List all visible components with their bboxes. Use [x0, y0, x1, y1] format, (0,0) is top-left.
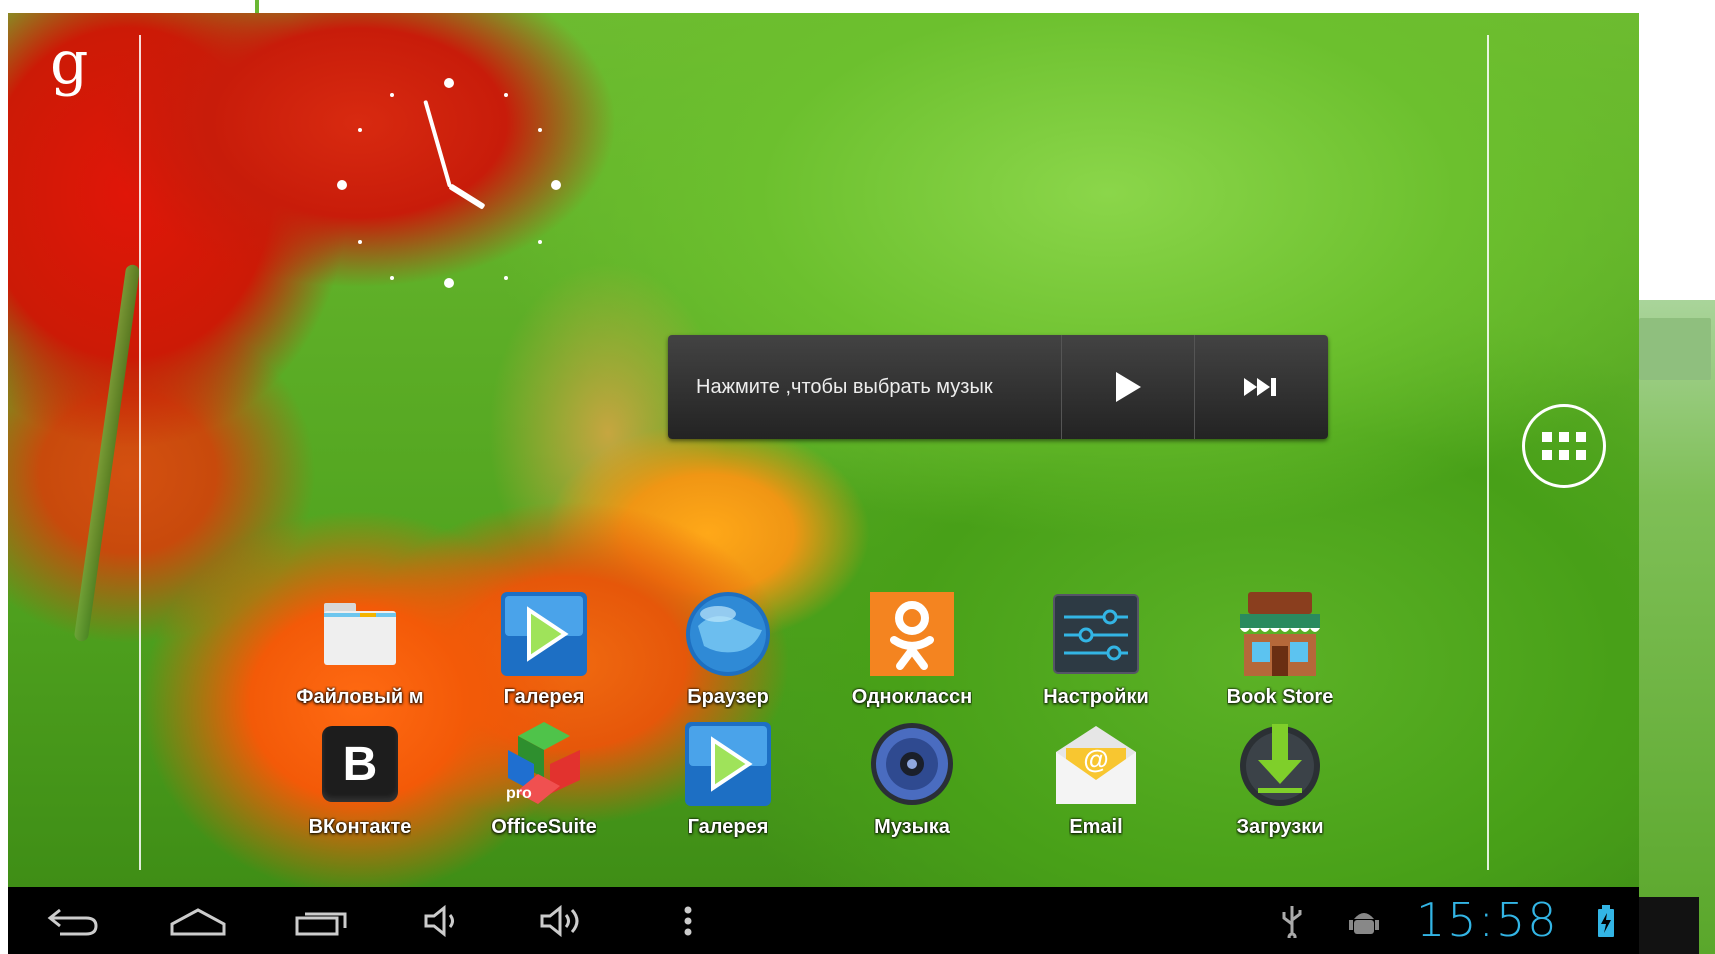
music-prompt[interactable]: Нажмите ,чтобы выбрать музык — [668, 335, 1061, 439]
app-book-store[interactable]: Book Store — [1188, 588, 1372, 716]
clock-marker — [538, 128, 542, 132]
app-browser[interactable]: Браузер — [636, 588, 820, 716]
battery-charging-icon — [1598, 904, 1614, 937]
usb-status — [1272, 887, 1312, 954]
analog-clock-widget[interactable] — [330, 68, 570, 308]
app-music[interactable]: Музыка — [820, 718, 1004, 846]
clock-marker — [444, 78, 454, 88]
volume-down-button[interactable] — [412, 887, 472, 954]
app-label: Настройки — [1043, 686, 1149, 708]
officesuite-icon: pro — [498, 718, 590, 810]
clock-marker — [358, 240, 362, 244]
email-envelope: @ — [1052, 722, 1140, 806]
store-icon — [1234, 588, 1326, 680]
debug-status — [1342, 887, 1386, 954]
all-apps-grid-icon — [1542, 432, 1586, 460]
app-label: ВКонтакте — [308, 816, 412, 838]
recent-apps-icon — [295, 912, 347, 935]
globe-icon — [682, 588, 774, 680]
menu-icon — [684, 906, 692, 935]
email-icon: @ — [1050, 718, 1142, 810]
google-search-button[interactable]: g — [50, 33, 88, 93]
left-page-edge — [139, 35, 141, 870]
volume-up-button[interactable] — [528, 887, 598, 954]
app-file-manager[interactable]: Файловый м — [268, 588, 452, 716]
next-track-button[interactable] — [1194, 335, 1327, 439]
gallery-play-icon — [498, 588, 590, 680]
app-gallery-2[interactable]: Галерея — [636, 718, 820, 846]
clock-minute-hand — [423, 99, 452, 188]
pro-badge: pro — [506, 785, 532, 802]
usb-icon — [1282, 905, 1302, 938]
clock-marker — [390, 276, 394, 280]
tablet-screen: g Нажмите ,чтобы выбрать музык Файловый … — [8, 13, 1639, 954]
app-downloads[interactable]: Загрузки — [1188, 718, 1372, 846]
app-label: Book Store — [1226, 686, 1334, 708]
clock-marker — [358, 128, 362, 132]
app-label: Галерея — [503, 686, 585, 708]
app-label: OfficeSuite — [491, 816, 597, 838]
clock-hour-hand — [448, 183, 486, 210]
app-label: Галерея — [687, 816, 769, 838]
clock-marker — [444, 278, 454, 288]
vk-glyph: B — [322, 726, 398, 802]
home-button[interactable] — [158, 887, 238, 954]
clock-marker — [390, 93, 394, 97]
menu-button[interactable] — [668, 887, 708, 954]
home-icon — [170, 907, 226, 935]
all-apps-button[interactable] — [1522, 404, 1606, 488]
side-panel-bar — [1639, 897, 1699, 954]
gallery-play-icon — [682, 718, 774, 810]
volume-down-icon — [424, 904, 454, 937]
app-gallery[interactable]: Галерея — [452, 588, 636, 716]
back-button[interactable] — [38, 887, 108, 954]
back-icon — [47, 908, 98, 935]
android-debug-icon — [1349, 912, 1379, 934]
clock-marker — [538, 240, 542, 244]
app-label: Email — [1069, 816, 1123, 838]
side-panel — [1639, 300, 1715, 954]
side-panel-card — [1639, 318, 1711, 380]
app-vkontakte[interactable]: B ВКонтакте — [268, 718, 452, 846]
vk-icon: B — [314, 718, 406, 810]
settings-sliders-icon — [1050, 588, 1142, 680]
app-label: Одноклассн — [851, 686, 973, 708]
app-email[interactable]: @ Email — [1004, 718, 1188, 846]
folder-icon — [314, 588, 406, 680]
battery-status — [1586, 887, 1626, 954]
app-settings[interactable]: Настройки — [1004, 588, 1188, 716]
skip-next-icon — [1244, 378, 1276, 396]
download-icon — [1234, 718, 1326, 810]
play-icon — [1116, 372, 1141, 402]
app-grid: Файловый м Галерея Браузер Одноклассн На… — [268, 588, 1378, 878]
right-page-edge — [1487, 35, 1489, 870]
app-label: Браузер — [687, 686, 769, 708]
play-button[interactable] — [1061, 335, 1194, 439]
clock-marker — [504, 93, 508, 97]
recent-apps-button[interactable] — [286, 887, 356, 954]
app-label: Загрузки — [1236, 816, 1324, 838]
email-at-glyph: @ — [1083, 744, 1109, 774]
app-label: Музыка — [874, 816, 950, 838]
clock-marker — [551, 180, 561, 190]
speaker-icon — [866, 718, 958, 810]
music-widget[interactable]: Нажмите ,чтобы выбрать музык — [668, 335, 1328, 439]
volume-up-icon — [540, 904, 579, 937]
clock-marker — [337, 180, 347, 190]
app-label: Файловый м — [296, 686, 424, 708]
odnoklassniki-icon — [866, 588, 958, 680]
status-clock[interactable]: 15:58 — [1416, 887, 1559, 954]
system-navbar — [8, 887, 1639, 954]
app-odnoklassniki[interactable]: Одноклассн — [820, 588, 1004, 716]
clock-marker — [504, 276, 508, 280]
app-officesuite[interactable]: pro OfficeSuite — [452, 718, 636, 846]
